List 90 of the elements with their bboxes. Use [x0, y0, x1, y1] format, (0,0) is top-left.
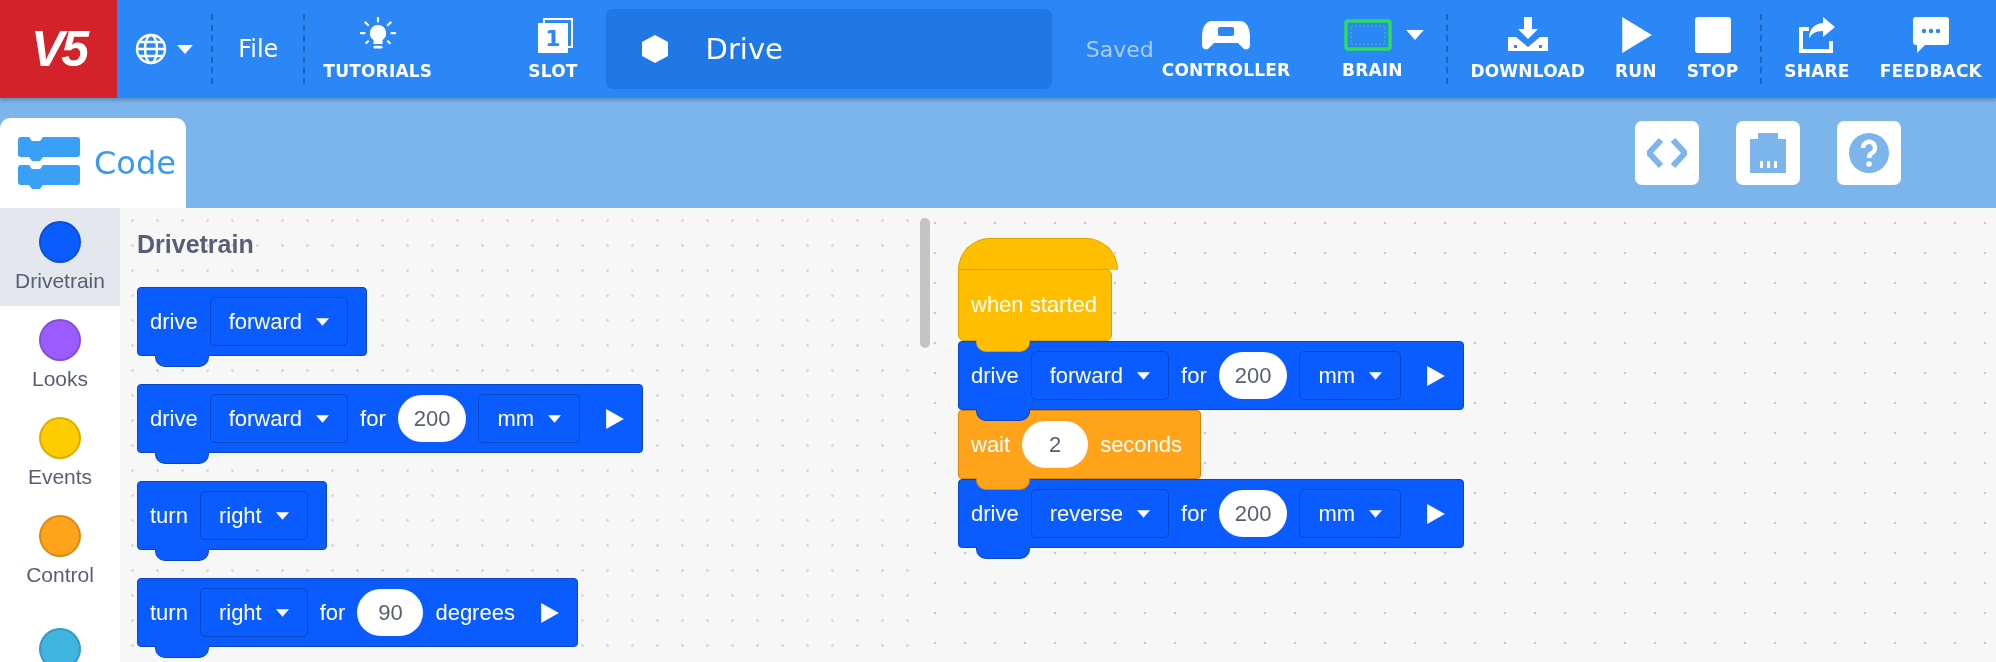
gamepad-icon: [1202, 18, 1251, 52]
block-label: for: [319, 599, 346, 626]
block-label: wait: [971, 431, 1011, 458]
share-button[interactable]: SHARE: [1776, 17, 1858, 81]
caret-icon: [177, 44, 194, 54]
code-block[interactable]: turn right: [137, 481, 327, 550]
help-icon: [1849, 133, 1889, 173]
file-menu[interactable]: File: [238, 35, 279, 63]
block-dropdown[interactable]: mm: [1299, 489, 1402, 538]
play-icon[interactable]: [540, 602, 559, 623]
caret-icon: [1137, 509, 1151, 518]
block-label: degrees: [435, 599, 515, 626]
block-label: drive: [150, 308, 198, 335]
hexagon-icon: [641, 35, 668, 63]
caret-icon: [316, 414, 330, 423]
caret-icon: [1369, 371, 1383, 380]
caret-icon: [1369, 509, 1383, 518]
block-label: turn: [150, 502, 188, 529]
code-tab[interactable]: Code: [0, 118, 186, 208]
connector-tab: [976, 478, 1030, 490]
play-icon[interactable]: [1427, 365, 1446, 386]
code-block[interactable]: drive forward for 200 mm: [958, 341, 1465, 410]
number-input[interactable]: 200: [397, 395, 467, 442]
code-block[interactable]: drive forward: [137, 287, 368, 356]
number-input[interactable]: 200: [1218, 490, 1288, 537]
language-button[interactable]: [135, 33, 194, 65]
connector-tab: [976, 340, 1030, 352]
stop-icon: [1692, 17, 1733, 53]
block-dropdown[interactable]: mm: [1299, 351, 1402, 400]
caret-icon: [1137, 371, 1151, 380]
feedback-button[interactable]: FEEDBACK: [1871, 17, 1990, 81]
download-button[interactable]: DOWNLOAD: [1462, 17, 1594, 81]
play-icon[interactable]: [1427, 503, 1446, 524]
hat-block-top[interactable]: [958, 238, 1118, 270]
caret-icon: [548, 414, 562, 423]
download-icon: [1507, 17, 1548, 53]
blocks-icon: [18, 137, 80, 189]
block-dropdown[interactable]: forward: [209, 297, 349, 346]
category-item[interactable]: Looks: [0, 306, 120, 404]
block-label: for: [360, 405, 386, 432]
block-dropdown[interactable]: forward: [1030, 351, 1170, 400]
code-view-button[interactable]: [1635, 121, 1699, 185]
share-icon: [1797, 17, 1837, 53]
code-block[interactable]: drive reverse for 200 mm: [958, 479, 1465, 548]
logo[interactable]: V5: [0, 0, 118, 98]
block-dropdown[interactable]: forward: [209, 394, 349, 443]
caret-icon: [275, 511, 289, 520]
block-label: when started: [971, 292, 1097, 318]
connector-tab: [976, 409, 1030, 421]
block-label: turn: [150, 599, 188, 626]
connector-tab: [976, 547, 1030, 559]
controller-button[interactable]: CONTROLLER: [1153, 18, 1299, 80]
number-input[interactable]: 200: [1218, 352, 1288, 399]
device-icon: [1748, 133, 1788, 173]
block-label: for: [1181, 362, 1207, 389]
caret-icon: [316, 317, 330, 326]
block-dropdown[interactable]: right: [199, 588, 308, 637]
stop-button[interactable]: STOP: [1678, 17, 1747, 81]
block-dropdown[interactable]: reverse: [1030, 489, 1170, 538]
block-label: for: [1181, 500, 1207, 527]
category-item[interactable]: Control: [0, 502, 120, 600]
code-block[interactable]: drive forward for 200 mm: [137, 384, 644, 453]
block-label: drive: [971, 500, 1019, 527]
tutorials-button[interactable]: TUTORIALS: [315, 17, 441, 81]
slot-button[interactable]: 1 SLOT: [520, 17, 586, 81]
brain-icon: [1344, 18, 1393, 52]
save-status: Saved: [1085, 36, 1154, 62]
globe-icon: [135, 33, 168, 65]
caret-icon: [1406, 30, 1425, 40]
scrollbar[interactable]: [920, 218, 930, 348]
caret-icon: [275, 608, 289, 617]
brain-button[interactable]: BRAIN: [1312, 18, 1433, 80]
code-block[interactable]: turn right for 90 degrees: [137, 578, 578, 647]
category-item[interactable]: Drivetrain: [0, 208, 120, 306]
help-button[interactable]: [1837, 121, 1901, 185]
block-dropdown[interactable]: mm: [478, 394, 581, 443]
palette-title: Drivetrain: [137, 230, 255, 259]
block-label: drive: [971, 362, 1019, 389]
project-name-field[interactable]: Drive: [605, 9, 1052, 89]
category-item[interactable]: Events: [0, 404, 120, 502]
play-icon[interactable]: [606, 408, 625, 429]
number-input[interactable]: 90: [357, 589, 424, 636]
code-block[interactable]: wait 2 seconds: [958, 410, 1202, 479]
number-input[interactable]: 2: [1022, 421, 1089, 468]
block-label: seconds: [1100, 431, 1183, 458]
block-label: drive: [150, 405, 198, 432]
device-button[interactable]: [1736, 121, 1800, 185]
block-dropdown[interactable]: right: [199, 491, 308, 540]
run-button[interactable]: RUN: [1607, 17, 1665, 81]
chat-icon: [1910, 17, 1951, 53]
